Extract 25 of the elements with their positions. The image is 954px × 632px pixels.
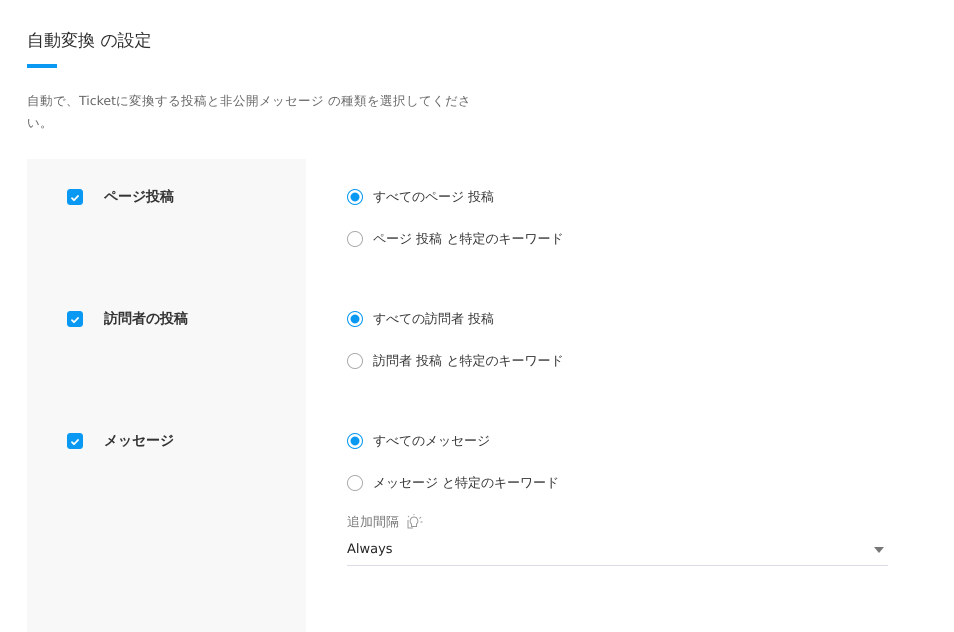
field-label: 追加間隔: [347, 514, 399, 531]
checkbox[interactable]: [67, 311, 83, 327]
radio-label: すべてのページ 投稿: [373, 189, 494, 206]
checkbox-label: メッセージ: [104, 433, 174, 449]
radio-button[interactable]: [347, 231, 363, 247]
page-title: 自動変換 の設定: [27, 30, 152, 52]
description-text: 自動で、Ticketに変換する投稿と非公開メッセージ の種類を選択してください。: [27, 92, 472, 132]
radio-button[interactable]: [347, 433, 363, 449]
lightbulb-icon[interactable]: [406, 514, 424, 530]
radio-label: すべてのメッセージ: [373, 433, 490, 450]
radio-button[interactable]: [347, 353, 363, 369]
checkbox[interactable]: [67, 433, 83, 449]
dropdown[interactable]: Always: [347, 539, 888, 566]
checkbox-label: ページ投稿: [104, 189, 174, 205]
title-underline: [27, 64, 57, 68]
radio-label: メッセージ と特定のキーワード: [373, 475, 560, 492]
checkbox[interactable]: [67, 189, 83, 205]
radio-button[interactable]: [347, 311, 363, 327]
checkbox-label: 訪問者の投稿: [104, 311, 188, 327]
caret-icon: [874, 546, 884, 552]
radio-button[interactable]: [347, 189, 363, 205]
radio-label: 訪問者 投稿 と特定のキーワード: [373, 353, 564, 370]
radio-button[interactable]: [347, 475, 363, 491]
radio-label: すべての訪問者 投稿: [373, 311, 494, 328]
radio-label: ページ 投稿 と特定のキーワード: [373, 231, 564, 248]
